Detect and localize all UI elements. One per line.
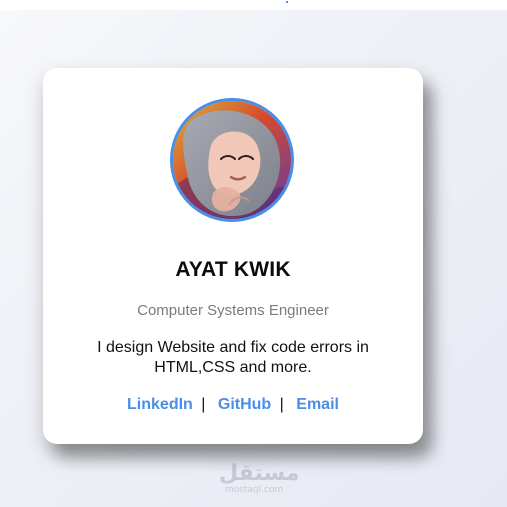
top-strip [0, 0, 507, 10]
github-link[interactable]: GitHub [218, 396, 271, 413]
top-indicator-dot [286, 1, 288, 3]
profile-links: LinkedIn | GitHub | Email [43, 396, 423, 414]
watermark-arabic-text: مستقل [219, 461, 300, 486]
profile-name: AYAT KWIK [175, 258, 291, 281]
profile-title: Computer Systems Engineer [137, 302, 329, 319]
avatar [170, 98, 294, 222]
profile-card: AYAT KWIK Computer Systems Engineer I de… [43, 68, 423, 444]
watermark-logo: مستقل mostaql.com [219, 461, 300, 502]
avatar-photo [173, 101, 291, 219]
watermark-latin-text: mostaql.com [224, 485, 284, 495]
link-separator: | [201, 396, 206, 413]
email-link[interactable]: Email [296, 396, 339, 413]
linkedin-link[interactable]: LinkedIn [127, 396, 193, 413]
profile-bio: I design Website and fix code errors in … [97, 339, 369, 376]
link-separator: | [279, 396, 284, 413]
